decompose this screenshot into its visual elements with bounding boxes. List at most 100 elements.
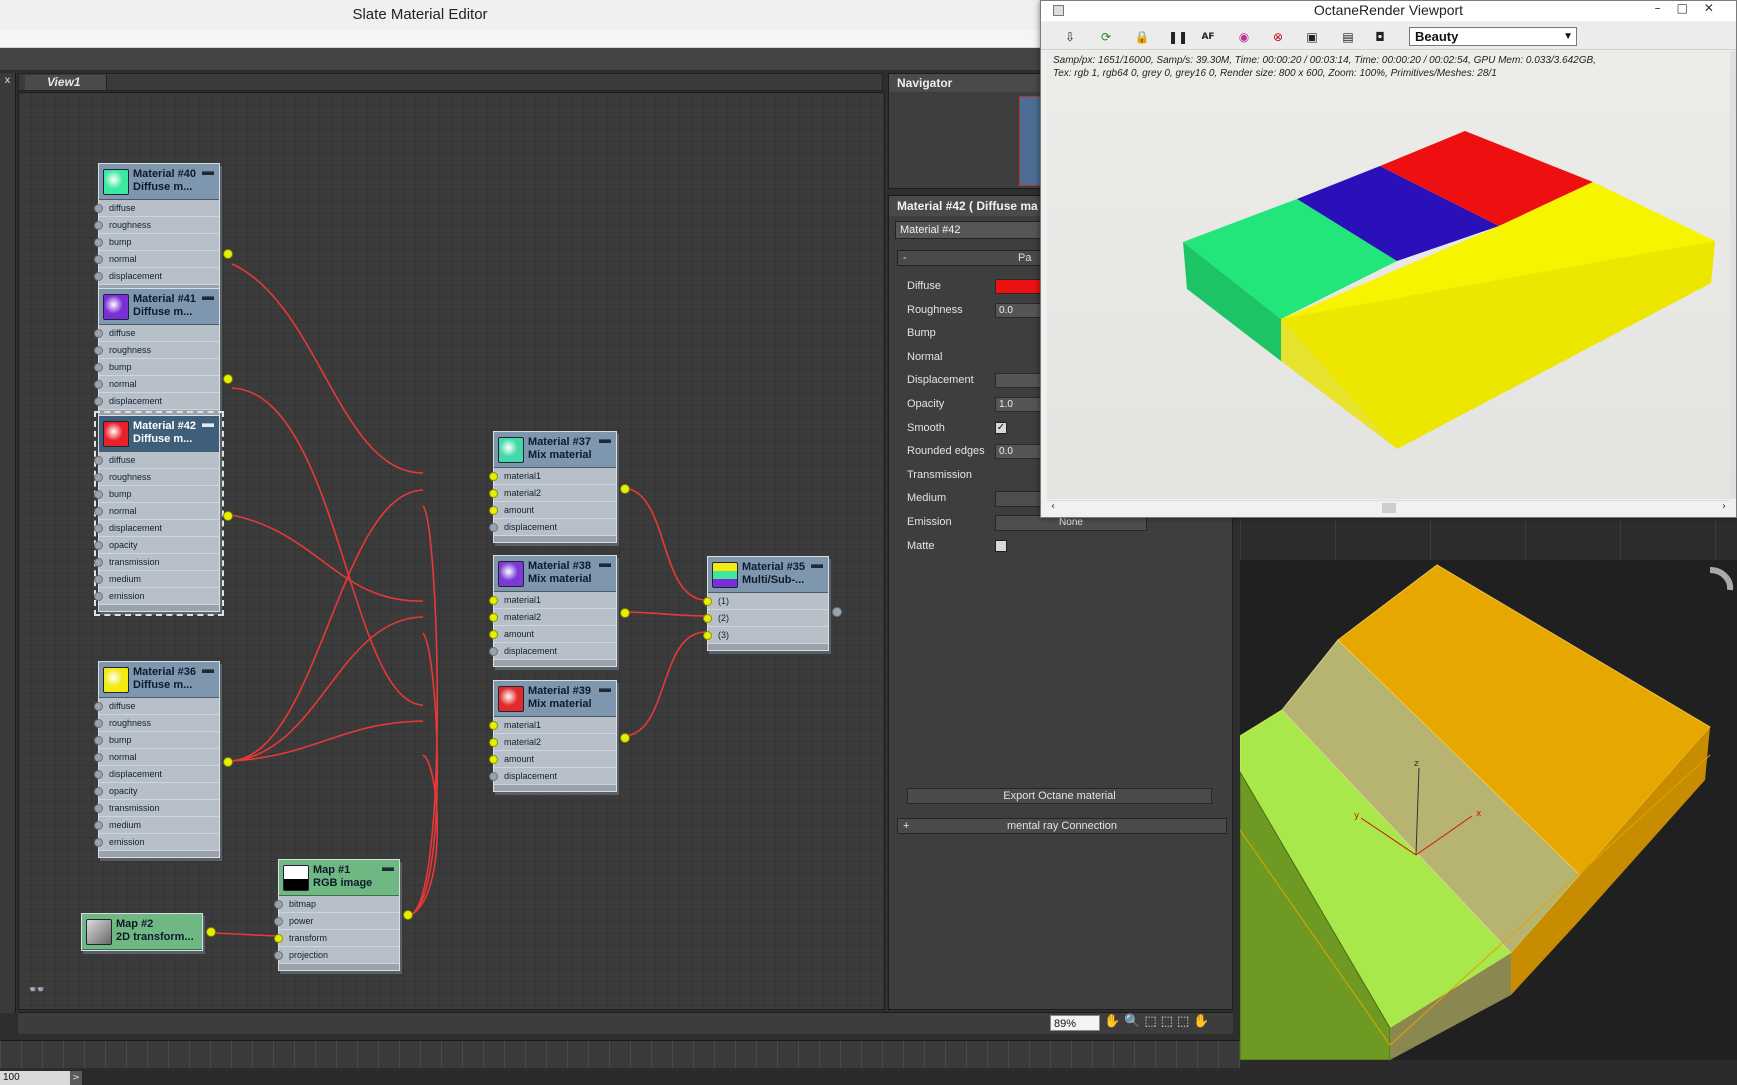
input-port[interactable]	[274, 951, 283, 960]
input-port[interactable]	[489, 721, 498, 730]
input-port[interactable]	[703, 614, 712, 623]
node-slot[interactable]: roughness	[94, 217, 219, 234]
input-port[interactable]	[94, 541, 103, 550]
input-port[interactable]	[489, 523, 498, 532]
node-slot[interactable]: roughness	[94, 342, 219, 359]
node-slot[interactable]: opacity	[94, 537, 219, 554]
input-port[interactable]	[274, 917, 283, 926]
perspective-viewport[interactable]: z x y	[1240, 500, 1737, 1060]
param-checkbox[interactable]	[995, 539, 1007, 552]
save-icon[interactable]: ⇩	[1061, 28, 1079, 46]
minimize-icon[interactable]: ▬	[382, 861, 394, 874]
node-slot[interactable]: material1	[489, 468, 616, 485]
node-header[interactable]: Material #38 Mix material ▬	[494, 556, 616, 592]
output-port[interactable]	[832, 607, 842, 617]
input-port[interactable]	[94, 473, 103, 482]
node-slot[interactable]: normal	[94, 376, 219, 393]
node-slot[interactable]: diffuse	[94, 325, 219, 342]
node-slot[interactable]: amount	[489, 626, 616, 643]
node-slot[interactable]: (1)	[703, 593, 828, 610]
node-slot[interactable]: transform	[274, 930, 399, 947]
node-slot[interactable]: normal	[94, 503, 219, 520]
zoom-level-field[interactable]: 89%	[1050, 1015, 1100, 1031]
horizontal-scrollbar[interactable]: ‹ ›	[1047, 500, 1730, 514]
node-slot[interactable]: displacement	[489, 519, 616, 536]
material-browser-strip[interactable]: x	[0, 73, 16, 1013]
input-port[interactable]	[489, 489, 498, 498]
minimize-icon[interactable]: ▬	[202, 417, 214, 430]
output-port[interactable]	[223, 757, 233, 767]
node-material-36[interactable]: Material #36 Diffuse m... ▬ diffuse rough…	[94, 661, 233, 858]
node-slot[interactable]: transmission	[94, 800, 219, 817]
rollout-expand-icon[interactable]: +	[903, 819, 909, 833]
node-header[interactable]: Map #2 2D transform...	[82, 914, 202, 950]
input-port[interactable]	[489, 596, 498, 605]
input-port[interactable]	[94, 490, 103, 499]
node-slot[interactable]: emission	[94, 588, 219, 605]
node-slot[interactable]: displacement	[489, 768, 616, 785]
node-slot[interactable]: displacement	[489, 643, 616, 660]
node-slot[interactable]: opacity	[94, 783, 219, 800]
node-map-2-2d-transform[interactable]: Map #2 2D transform...	[81, 913, 216, 951]
node-material-35[interactable]: Material #35 Multi/Sub-... ▬ (1) (2) (3)	[703, 556, 842, 651]
input-port[interactable]	[94, 329, 103, 338]
input-port[interactable]	[703, 631, 712, 640]
input-port[interactable]	[94, 558, 103, 567]
minimize-icon[interactable]: ▬	[599, 682, 611, 695]
node-header[interactable]: Material #37 Mix material ▬	[494, 432, 616, 468]
input-port[interactable]	[94, 592, 103, 601]
input-port[interactable]	[94, 204, 103, 213]
node-material-37[interactable]: Material #37 Mix material ▬ material1 mat…	[489, 431, 630, 543]
lock-icon[interactable]: 🔒	[1133, 28, 1151, 46]
input-port[interactable]	[274, 900, 283, 909]
minimize-icon[interactable]: ▬	[202, 290, 214, 303]
output-port[interactable]	[206, 927, 216, 937]
input-port[interactable]	[489, 647, 498, 656]
node-slot[interactable]: diffuse	[94, 452, 219, 469]
output-port[interactable]	[620, 608, 630, 618]
input-port[interactable]	[489, 772, 498, 781]
input-port[interactable]	[703, 597, 712, 606]
node-header[interactable]: Material #36 Diffuse m... ▬	[99, 662, 219, 698]
octane-render-image[interactable]: Samp/px: 1651/16000, Samp/s: 39.30M, Tim…	[1047, 51, 1730, 499]
node-header[interactable]: Material #35 Multi/Sub-... ▬	[708, 557, 828, 593]
input-port[interactable]	[94, 221, 103, 230]
output-port[interactable]	[223, 374, 233, 384]
node-slot[interactable]: bump	[94, 359, 219, 376]
input-port[interactable]	[489, 630, 498, 639]
node-slot[interactable]: (3)	[703, 627, 828, 644]
minimize-icon[interactable]: ▬	[599, 557, 611, 570]
frame-track[interactable]	[82, 1071, 1737, 1085]
input-port[interactable]	[94, 753, 103, 762]
input-port[interactable]	[489, 506, 498, 515]
node-slot[interactable]: emission	[94, 834, 219, 851]
input-port[interactable]	[274, 934, 283, 943]
node-material-42[interactable]: Material #42 Diffuse m... ▬ diffuse rough…	[94, 411, 233, 616]
input-port[interactable]	[94, 456, 103, 465]
node-slot[interactable]: diffuse	[94, 200, 219, 217]
node-header[interactable]: Material #42 Diffuse m... ▬	[99, 416, 219, 452]
node-material-38[interactable]: Material #38 Mix material ▬ material1 mat…	[489, 555, 630, 667]
close-icon[interactable]: x	[2, 75, 13, 86]
node-slot[interactable]: material2	[489, 734, 616, 751]
input-port[interactable]	[94, 736, 103, 745]
next-frame-button[interactable]: >	[70, 1071, 82, 1085]
node-material-41[interactable]: Material #41 Diffuse m... ▬ diffuse rough…	[94, 288, 233, 417]
node-slot[interactable]: material2	[489, 609, 616, 626]
output-port[interactable]	[403, 910, 413, 920]
mental-ray-connection-rollout[interactable]: + mental ray Connection	[897, 818, 1227, 834]
node-slot[interactable]: (2)	[703, 610, 828, 627]
node-slot[interactable]: displacement	[94, 520, 219, 537]
node-slot[interactable]: material1	[489, 592, 616, 609]
minimize-icon[interactable]: ▬	[599, 433, 611, 446]
input-port[interactable]	[94, 272, 103, 281]
tab-view1[interactable]: View1	[25, 75, 107, 90]
input-port[interactable]	[94, 787, 103, 796]
node-slot[interactable]: diffuse	[94, 698, 219, 715]
node-slot[interactable]: bump	[94, 234, 219, 251]
input-port[interactable]	[489, 755, 498, 764]
node-slot[interactable]: bitmap	[274, 896, 399, 913]
node-graph-canvas[interactable]: Material #40 Diffuse m... ▬ diffuse rough…	[18, 92, 885, 1010]
binoculars-icon[interactable]: 👓	[28, 982, 45, 998]
pause-icon[interactable]: ❚❚	[1168, 28, 1188, 46]
